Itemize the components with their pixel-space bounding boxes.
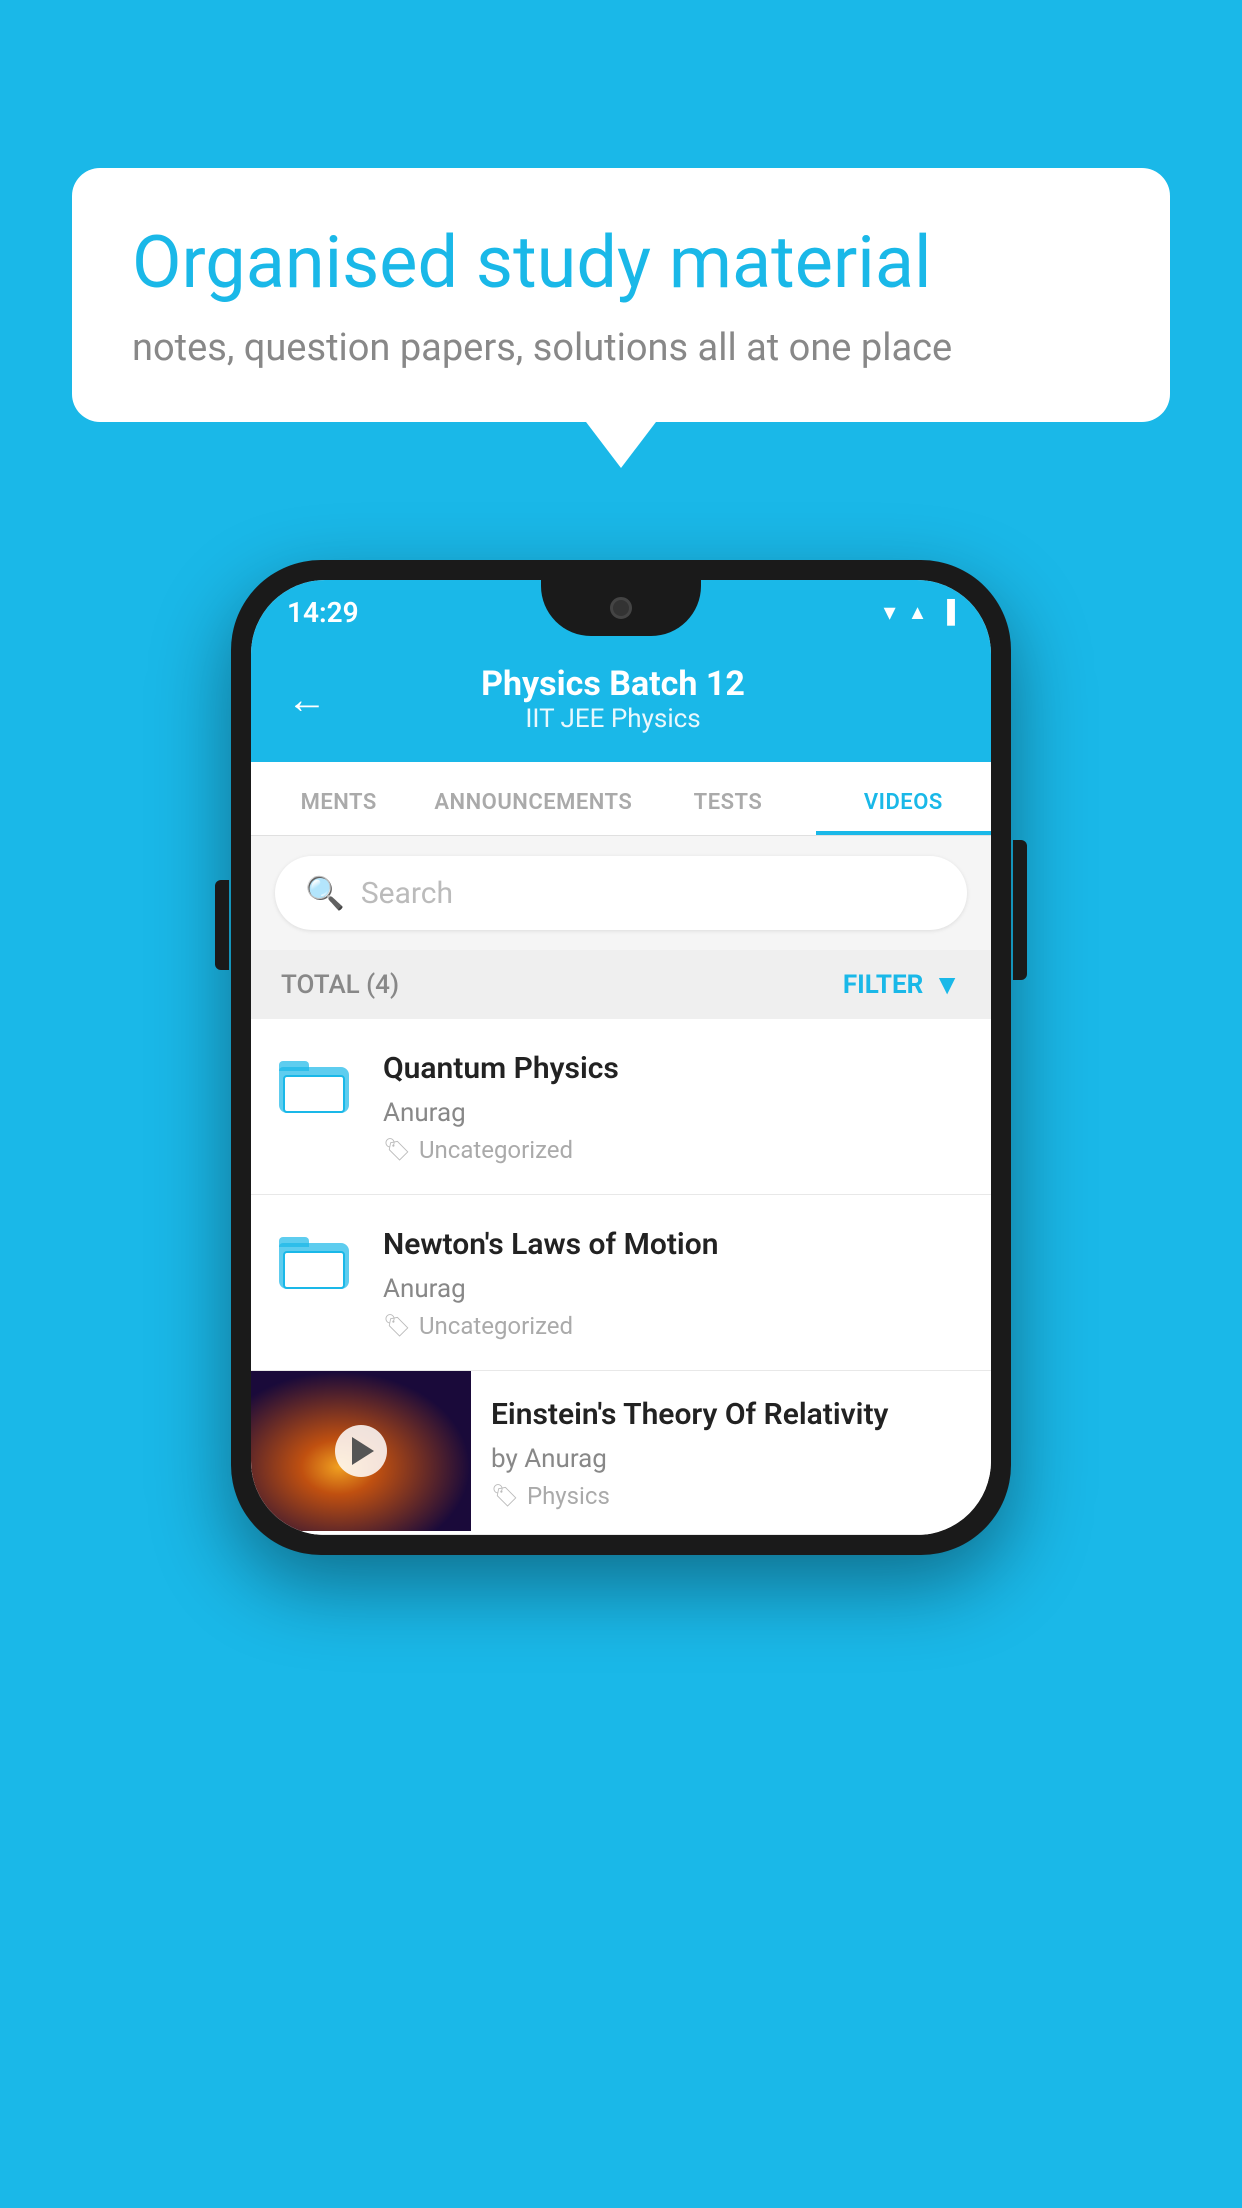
tab-videos[interactable]: VIDEOS [816,762,991,835]
tag-icon: 🏷 [383,1138,411,1163]
filter-button[interactable]: FILTER ▼ [843,968,961,1001]
wifi-icon: ▾ [884,598,896,626]
search-input[interactable]: Search [361,876,453,911]
tag-label: Uncategorized [419,1312,573,1340]
header-subtitle: IIT JEE Physics [351,704,875,734]
back-button[interactable]: ← [287,676,327,723]
notch [541,580,701,636]
play-icon [352,1437,374,1465]
phone-screen: 14:29 ▾ ▲ ▐ ← Physics Batch 12 IIT JEE P… [251,580,991,1535]
phone-outer: 14:29 ▾ ▲ ▐ ← Physics Batch 12 IIT JEE P… [231,560,1011,1555]
video-info: Quantum Physics Anurag 🏷 Uncategorized [383,1049,963,1164]
tag-label: Uncategorized [419,1136,573,1164]
status-time: 14:29 [287,596,359,629]
header-title: Physics Batch 12 [351,664,875,704]
search-icon: 🔍 [305,874,345,912]
play-button[interactable] [335,1425,387,1477]
list-item[interactable]: Quantum Physics Anurag 🏷 Uncategorized [251,1019,991,1195]
filter-bar: TOTAL (4) FILTER ▼ [251,950,991,1019]
speech-bubble: Organised study material notes, question… [72,168,1170,422]
video-tag: 🏷 Physics [491,1482,971,1510]
video-list: Quantum Physics Anurag 🏷 Uncategorized [251,1019,991,1535]
status-icons: ▾ ▲ ▐ [884,598,955,626]
phone-mockup: 14:29 ▾ ▲ ▐ ← Physics Batch 12 IIT JEE P… [231,560,1011,1555]
tab-bar: MENTS ANNOUNCEMENTS TESTS VIDEOS [251,762,991,836]
tab-ments[interactable]: MENTS [251,762,426,835]
list-item[interactable]: Newton's Laws of Motion Anurag 🏷 Uncateg… [251,1195,991,1371]
tag-icon: 🏷 [491,1484,519,1509]
video-info: Einstein's Theory Of Relativity by Anura… [471,1371,991,1534]
tab-announcements[interactable]: ANNOUNCEMENTS [426,762,640,835]
video-author: Anurag [383,1274,963,1304]
filter-label: FILTER [843,970,923,1000]
tag-label: Physics [527,1482,610,1510]
bubble-subtitle: notes, question papers, solutions all at… [132,326,1110,370]
video-title: Quantum Physics [383,1049,963,1088]
folder-icon [279,1229,349,1289]
video-thumbnail [251,1371,471,1531]
video-tag: 🏷 Uncategorized [383,1136,963,1164]
bubble-title: Organised study material [132,220,1110,306]
video-title: Einstein's Theory Of Relativity [491,1395,971,1434]
video-tag: 🏷 Uncategorized [383,1312,963,1340]
video-info: Newton's Laws of Motion Anurag 🏷 Uncateg… [383,1225,963,1340]
app-header: ← Physics Batch 12 IIT JEE Physics [251,644,991,762]
filter-funnel-icon: ▼ [933,968,961,1001]
battery-icon: ▐ [939,599,955,625]
folder-icon-container [279,1225,359,1289]
list-item[interactable]: Einstein's Theory Of Relativity by Anura… [251,1371,991,1535]
video-author: Anurag [383,1098,963,1128]
tab-tests[interactable]: TESTS [640,762,815,835]
total-count: TOTAL (4) [281,970,399,1000]
camera-notch [610,597,632,619]
status-bar: 14:29 ▾ ▲ ▐ [251,580,991,644]
folder-icon-container [279,1049,359,1113]
video-author: by Anurag [491,1444,971,1474]
search-bar-container: 🔍 Search [251,836,991,950]
header-title-block: Physics Batch 12 IIT JEE Physics [351,664,875,734]
video-title: Newton's Laws of Motion [383,1225,963,1264]
tag-icon: 🏷 [383,1314,411,1339]
search-bar[interactable]: 🔍 Search [275,856,967,930]
signal-icon: ▲ [908,600,928,625]
folder-icon [279,1053,349,1113]
